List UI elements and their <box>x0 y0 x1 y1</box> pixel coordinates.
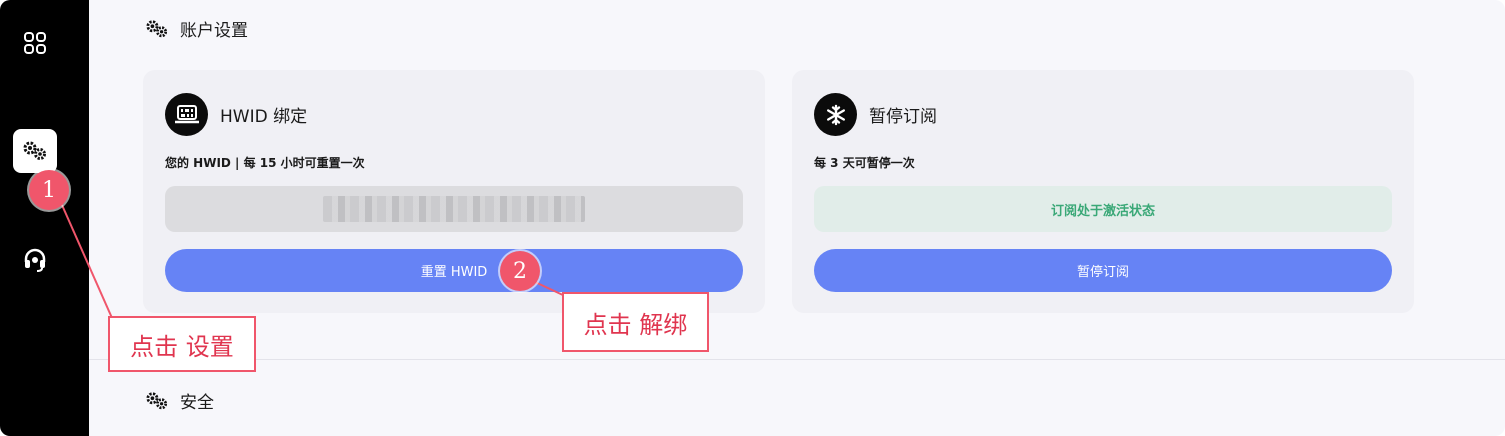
section-divider <box>89 359 1505 360</box>
snowflake-icon <box>814 93 857 136</box>
blurred-hwid-value <box>323 196 585 222</box>
reset-hwid-button[interactable]: 重置 HWID <box>165 249 743 292</box>
card-header: 暂停订阅 <box>814 93 937 136</box>
hwid-value-field <box>165 186 743 232</box>
annotation-callout-settings: 点击 设置 <box>108 316 256 372</box>
section-title-text: 安全 <box>180 393 214 413</box>
sidebar-item-dashboard[interactable] <box>13 21 57 65</box>
laptop-binary-icon <box>165 93 208 136</box>
pause-subscription-button[interactable]: 暂停订阅 <box>814 249 1392 292</box>
sidebar <box>0 0 89 436</box>
annotation-callout-unbind: 点击 解绑 <box>562 292 709 352</box>
gears-icon <box>146 19 168 37</box>
section-title-text: 账户设置 <box>180 21 248 41</box>
app-window: 账户设置 HWID 绑定 您的 HWID | 每 15 小时可重置一次 重置 H… <box>0 0 1505 436</box>
gears-icon <box>23 141 46 160</box>
sidebar-item-settings[interactable] <box>13 129 57 173</box>
gears-icon <box>146 391 168 409</box>
annotation-marker-2: 2 <box>500 251 540 291</box>
card-header: HWID 绑定 <box>165 93 307 136</box>
grid-icon <box>24 32 46 54</box>
section-title-security: 安全 <box>144 388 214 413</box>
headset-icon <box>24 248 46 272</box>
section-title-account: 账户设置 <box>144 16 248 41</box>
card-title: 暂停订阅 <box>869 107 937 127</box>
card-title: HWID 绑定 <box>220 107 308 127</box>
subscription-status: 订阅处于激活状态 <box>814 186 1392 232</box>
card-subtitle: 您的 HWID | 每 15 小时可重置一次 <box>165 156 365 170</box>
annotation-marker-1: 1 <box>29 170 69 210</box>
main-content: 账户设置 HWID 绑定 您的 HWID | 每 15 小时可重置一次 重置 H… <box>89 0 1505 436</box>
sidebar-item-support[interactable] <box>13 238 57 282</box>
pause-subscription-card: 暂停订阅 每 3 天可暂停一次 订阅处于激活状态 暂停订阅 <box>792 70 1414 313</box>
hwid-card: HWID 绑定 您的 HWID | 每 15 小时可重置一次 重置 HWID <box>143 70 765 313</box>
card-subtitle: 每 3 天可暂停一次 <box>814 156 915 170</box>
